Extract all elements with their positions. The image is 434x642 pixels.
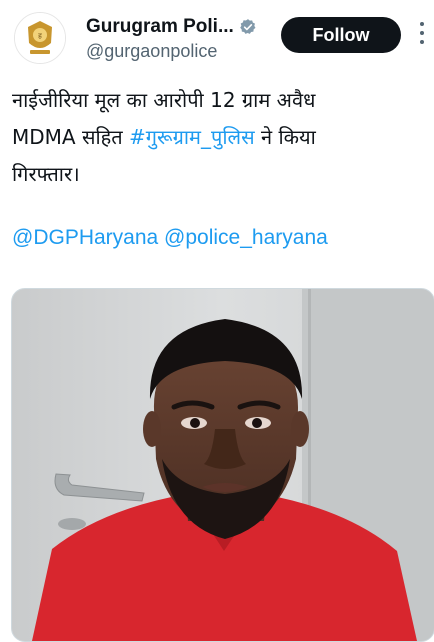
police-emblem-icon: ह — [15, 13, 65, 63]
follow-button[interactable]: Follow — [281, 17, 401, 53]
tweet-line-1: नाईजीरिया मूल का आरोपी 12 ग्राम अवैध — [12, 88, 316, 112]
mention-link-dgp[interactable]: @DGPHaryana — [12, 226, 158, 249]
svg-text:ह: ह — [38, 32, 42, 40]
mentions: @DGPHaryana @police_haryana — [12, 226, 328, 250]
mention-link-police[interactable]: @police_haryana — [164, 226, 328, 249]
more-options-icon[interactable] — [418, 22, 426, 48]
tweet-header: ह Gurugram Poli... @gurgaonpolice Follow — [0, 0, 434, 72]
display-name[interactable]: Gurugram Poli... — [86, 16, 234, 38]
tweet-photo[interactable] — [11, 288, 434, 642]
handle[interactable]: @gurgaonpolice — [86, 41, 217, 62]
verified-badge-icon — [240, 19, 256, 34]
tweet-line-2-suffix: ने किया — [254, 125, 316, 149]
suspect-photo — [12, 289, 434, 641]
tweet-text: नाईजीरिया मूल का आरोपी 12 ग्राम अवैध MDM… — [12, 82, 426, 193]
hashtag-link[interactable]: #गुरूग्राम_पुलिस — [129, 125, 255, 149]
tweet-line-2: MDMA सहित #गुरूग्राम_पुलिस ने किया — [12, 119, 426, 156]
avatar[interactable]: ह — [14, 12, 66, 64]
name-row: Gurugram Poli... — [86, 15, 257, 39]
tweet-line-2-prefix: MDMA सहित — [12, 125, 130, 149]
tweet-line-3: गिरफ्तार। — [12, 162, 80, 186]
